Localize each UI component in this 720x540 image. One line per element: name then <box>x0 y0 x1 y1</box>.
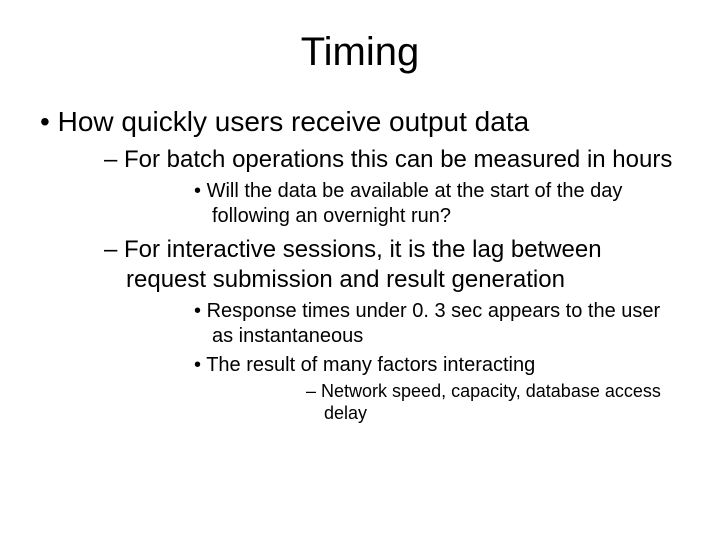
bullet-lvl3: Response times under 0. 3 sec appears to… <box>126 299 680 349</box>
bullet-lvl2: For interactive sessions, it is the lag … <box>68 235 680 425</box>
bullet-lvl4: Network speed, capacity, database access… <box>212 380 680 425</box>
bullet-lvl3: Will the data be available at the start … <box>126 179 680 229</box>
bullet-text: For batch operations this can be measure… <box>124 146 672 173</box>
slide: Timing How quickly users receive output … <box>0 0 720 540</box>
bullet-sublist: Will the data be available at the start … <box>126 179 680 229</box>
bullet-text: The result of many factors interacting <box>206 354 535 376</box>
bullet-lvl3: The result of many factors interacting N… <box>126 353 680 425</box>
bullet-text: For interactive sessions, it is the lag … <box>124 236 602 293</box>
bullet-list: How quickly users receive output data Fo… <box>40 105 680 425</box>
bullet-lvl1: How quickly users receive output data Fo… <box>40 105 680 425</box>
bullet-sublist: Network speed, capacity, database access… <box>212 380 680 425</box>
slide-title: Timing <box>40 30 680 75</box>
bullet-sublist: Response times under 0. 3 sec appears to… <box>126 299 680 425</box>
bullet-text: Response times under 0. 3 sec appears to… <box>207 300 661 347</box>
bullet-sublist: For batch operations this can be measure… <box>68 145 680 425</box>
bullet-lvl2: For batch operations this can be measure… <box>68 145 680 229</box>
bullet-text: How quickly users receive output data <box>58 106 530 137</box>
bullet-text: Will the data be available at the start … <box>207 180 623 227</box>
bullet-text: Network speed, capacity, database access… <box>321 381 661 424</box>
